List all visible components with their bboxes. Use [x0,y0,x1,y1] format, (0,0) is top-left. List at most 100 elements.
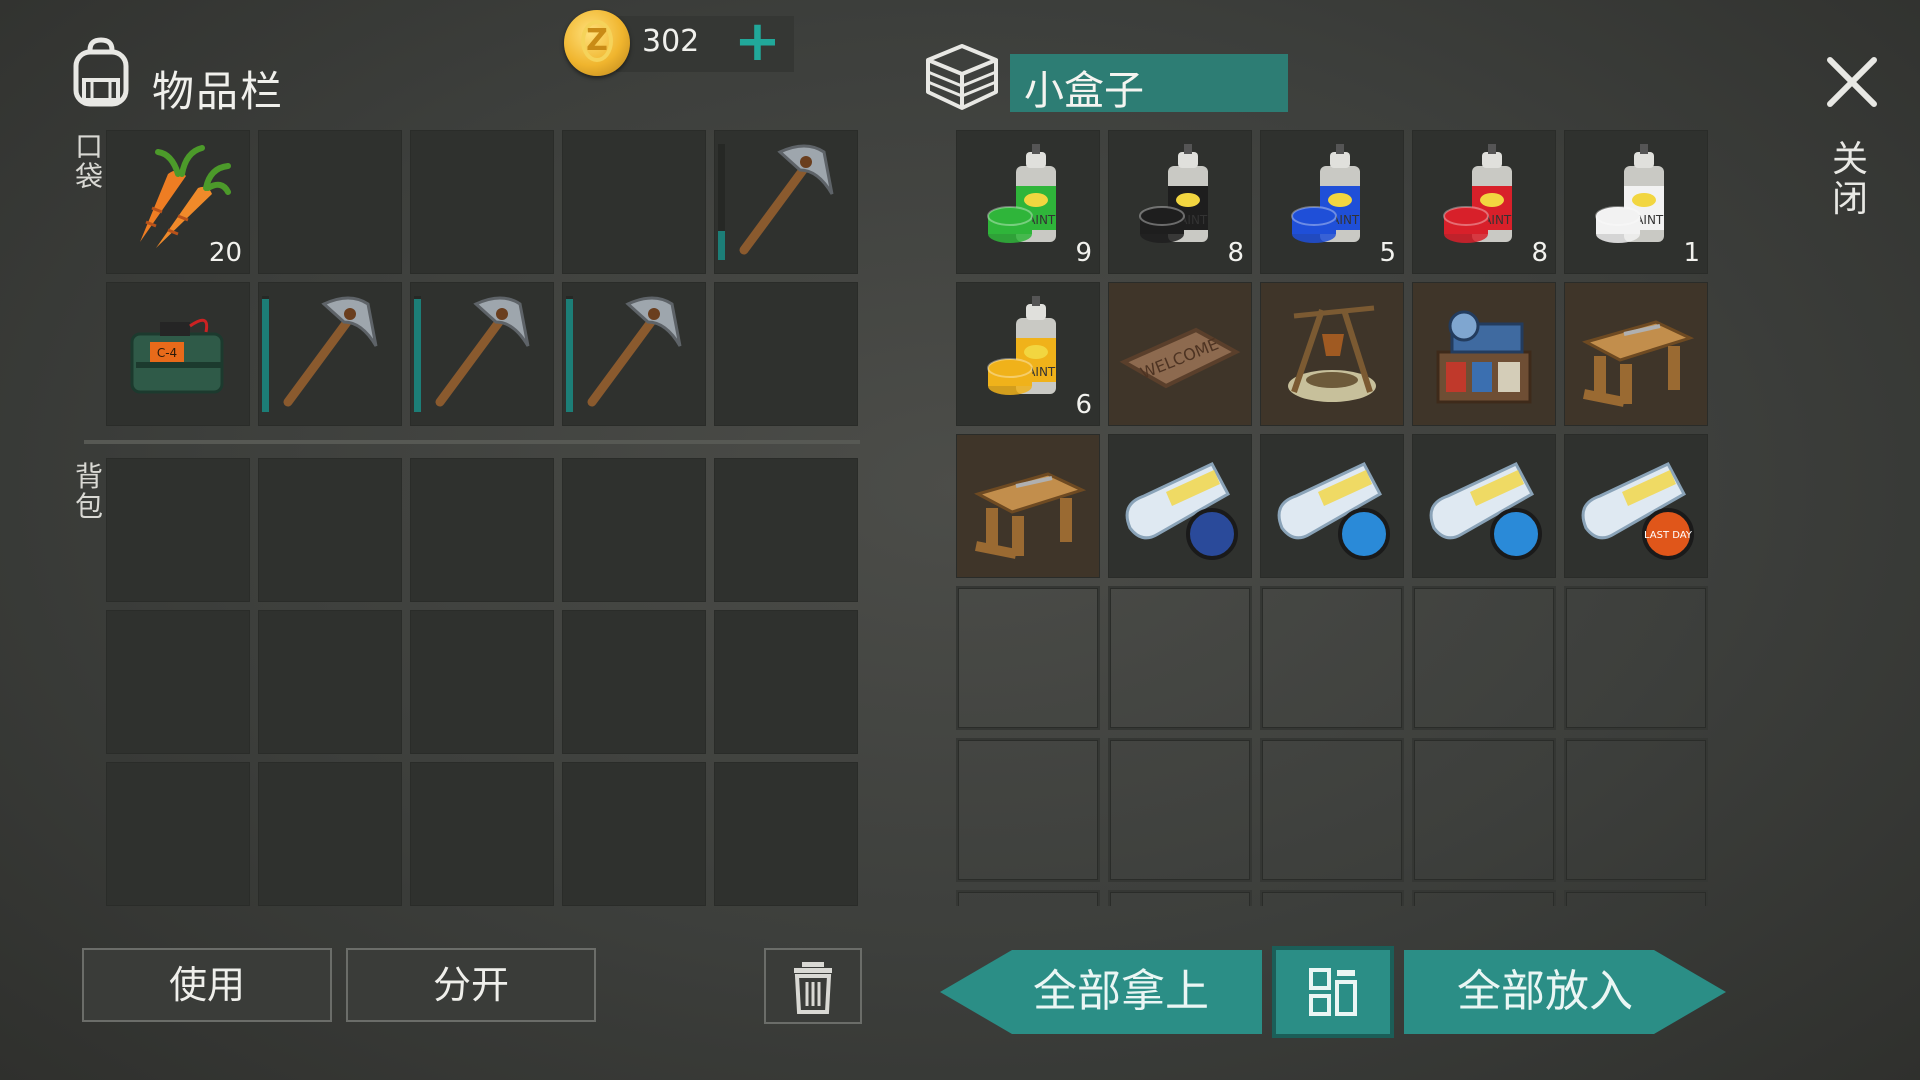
empty-slot[interactable] [106,610,250,754]
inventory-slot[interactable]: C-4 [106,282,250,426]
pickaxe-icon [562,282,706,426]
durability-bar [414,299,421,412]
empty-slot[interactable] [1108,890,1252,906]
pickaxe-icon [258,282,402,426]
empty-slot[interactable] [562,762,706,906]
inventory-slot[interactable]: PAINT 6 [956,282,1100,426]
empty-slot[interactable] [714,282,858,426]
empty-slot[interactable] [1260,738,1404,882]
use-button[interactable]: 使用 [82,948,332,1022]
empty-slot[interactable] [258,762,402,906]
svg-text:C-4: C-4 [157,346,177,360]
empty-slot[interactable] [258,458,402,602]
empty-slot[interactable] [1412,586,1556,730]
empty-slot[interactable] [1412,890,1556,906]
inventory-slot[interactable] [562,282,706,426]
inventory-title: 物品栏 [152,67,285,116]
take-all-button[interactable]: 全部拿上 [940,950,1262,1034]
empty-slot[interactable] [106,458,250,602]
inventory-slot[interactable]: WELCOME [1108,282,1252,426]
durability-bar [262,299,269,412]
empty-slot[interactable] [956,890,1100,906]
pickaxe-icon [714,130,858,274]
item-quantity: 5 [1379,238,1396,268]
box-icon [920,38,1004,114]
close-icon[interactable] [1822,52,1882,112]
inventory-slot[interactable] [410,282,554,426]
sort-grid-icon [1309,968,1357,1016]
empty-slot[interactable] [258,130,402,274]
empty-slot[interactable] [410,762,554,906]
blueprint-blue-icon [1260,434,1404,578]
inventory-slot[interactable] [1260,434,1404,578]
svg-text:LAST DAY: LAST DAY [1644,530,1693,541]
empty-slot[interactable] [1412,738,1556,882]
inventory-slot[interactable] [1108,434,1252,578]
inventory-slot[interactable] [1260,282,1404,426]
empty-slot[interactable] [956,738,1100,882]
empty-slot[interactable] [258,610,402,754]
item-quantity: 8 [1531,238,1548,268]
empty-slot[interactable] [562,130,706,274]
empty-slot[interactable] [410,130,554,274]
durability-bar [718,231,725,260]
blueprint-lastday-icon: LAST DAY [1564,434,1708,578]
inventory-slot[interactable]: PAINT 1 [1564,130,1708,274]
empty-slot[interactable] [714,610,858,754]
inventory-slot[interactable] [956,434,1100,578]
empty-slot[interactable] [1564,890,1708,906]
backpack-label: 背包 [74,460,103,523]
section-divider [84,440,860,444]
split-button[interactable]: 分开 [346,948,596,1022]
item-quantity: 1 [1683,238,1700,268]
inventory-slot[interactable] [258,282,402,426]
empty-slot[interactable] [1564,586,1708,730]
empty-slot[interactable] [956,586,1100,730]
empty-slot[interactable] [1260,890,1404,906]
inventory-slot[interactable] [714,130,858,274]
inventory-slot[interactable]: 20 [106,130,250,274]
chest-grid: PAINT 9 PAINT 8 PAINT 5 PAINT 8 PAINT 1 PAINT 6 WELC… [956,130,1708,906]
carpentry-bench-icon [956,434,1100,578]
c4-bomb-icon: C-4 [106,282,250,426]
inventory-slot[interactable]: PAINT 8 [1108,130,1252,274]
pickaxe-icon [410,282,554,426]
item-quantity: 20 [208,238,242,268]
inventory-slot[interactable] [1564,282,1708,426]
inventory-slot[interactable]: LAST DAY [1564,434,1708,578]
inventory-slot[interactable]: PAINT 5 [1260,130,1404,274]
empty-slot[interactable] [1108,586,1252,730]
backpack-grid [106,458,858,906]
coin-icon: Z [564,10,630,76]
empty-slot[interactable] [562,610,706,754]
pocket-grid: 20 C-4 [106,130,858,426]
empty-slot[interactable] [714,458,858,602]
chest-title: 小盒子 [1024,68,1144,114]
empty-slot[interactable] [410,458,554,602]
carpentry-bench-icon [1564,282,1708,426]
backpack-icon [68,36,134,108]
inventory-slot[interactable]: PAINT 8 [1412,130,1556,274]
welcome-mat-icon: WELCOME [1108,282,1252,426]
empty-slot[interactable] [1564,738,1708,882]
empty-slot[interactable] [106,762,250,906]
empty-slot[interactable] [1260,586,1404,730]
sort-button[interactable] [1276,950,1390,1034]
empty-slot[interactable] [714,762,858,906]
empty-slot[interactable] [562,458,706,602]
trash-button[interactable] [764,948,862,1024]
inventory-slot[interactable]: PAINT 9 [956,130,1100,274]
trash-icon [794,962,832,1014]
close-label[interactable]: 关闭 [1830,140,1870,220]
item-quantity: 9 [1075,238,1092,268]
add-coins-button[interactable]: + [734,14,781,70]
pocket-label: 口袋 [74,130,103,193]
blueprint-usa-icon [1108,434,1252,578]
durability-bar [566,299,573,412]
inventory-slot[interactable] [1412,282,1556,426]
empty-slot[interactable] [1108,738,1252,882]
empty-slot[interactable] [410,610,554,754]
inventory-slot[interactable] [1412,434,1556,578]
item-quantity: 6 [1075,390,1092,420]
put-all-button[interactable]: 全部放入 [1404,950,1726,1034]
